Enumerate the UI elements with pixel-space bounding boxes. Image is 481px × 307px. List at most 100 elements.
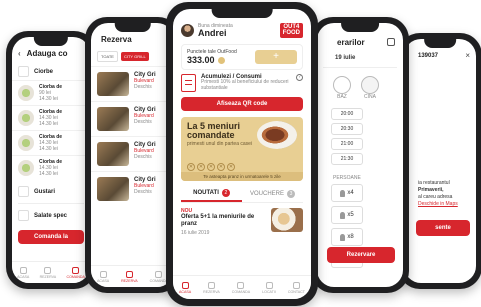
confirmation-text: ia restaurantul Primaverii, al careu adr… [404,180,476,208]
tab-order[interactable]: COMANDA [66,266,85,279]
meal-tile-label: BAZ [337,94,347,100]
menu-item-price: 14.30 lei [39,146,58,152]
tab-reserve[interactable]: REZERVA [121,270,138,283]
tab-label: ACASA [17,274,30,279]
order-menu-screen: ‹ Adauga co Ciorbe Ciorba de 90 lei 14.30 … [12,37,90,283]
restaurant-image [97,177,129,201]
category-check-icon [18,186,29,197]
restaurant-image [97,142,129,166]
blank-area [404,60,476,180]
tab-news[interactable]: NOUTATI 2 [181,186,242,202]
person-count-option[interactable]: x4 [331,184,363,202]
nav-reserve[interactable]: REZERVA [203,281,220,294]
meal-tiles: BAZ CINA [317,68,403,100]
progress-dot: ✕ [227,163,235,171]
nav-label: ACASA [178,289,192,294]
person-count-option[interactable]: x8 [331,228,363,246]
nav-order[interactable]: COMANDA [231,281,251,294]
menu-item-price: 14.30 lei [39,121,58,127]
add-points-button[interactable]: + [255,50,297,64]
reservations-title: Rezerva [101,34,132,44]
tab-home[interactable]: ACASA [97,270,109,283]
chip-city-grill[interactable]: CITY GRILL [120,52,149,61]
time-slot[interactable]: 21:30 [331,153,363,165]
nav-label: REZERVA [203,289,220,294]
confirm-button[interactable]: sente [416,220,470,236]
home-icon [99,270,107,278]
phone-booking: erarilor 19 iulie BAZ CINA 20:00 20:30 21:… [311,17,409,293]
tab-home[interactable]: ACASA [17,266,30,279]
nav-contact[interactable]: CONTACT [288,281,305,294]
restaurant-hours: Deschis [134,84,152,90]
calendar-icon[interactable] [387,38,395,46]
category-soups[interactable]: Ciorbe [12,63,90,80]
tab-vouchers-label: VOUCHERE [249,191,284,197]
category-snacks[interactable]: Gustari [12,180,90,203]
notch [114,23,151,32]
back-arrow-icon[interactable]: ‹ [18,49,21,58]
menu-item[interactable]: Ciorba de 90 lei 14.30 lei [12,80,90,105]
news-tabs: NOUTATI 2 VOUCHERE 3 [181,186,303,203]
restaurant-hours: Deschis [134,154,152,160]
reserve-button[interactable]: Rezervare [327,247,395,263]
offer-line2: comandate [187,130,235,140]
tab-vouchers[interactable]: VOUCHERE 3 [242,187,303,201]
notch [211,9,273,18]
booking-date: 19 iulie [335,55,356,61]
tab-reserve[interactable]: REZERVA [39,266,57,279]
menu-item-text: Ciorba de 14.30 lei 14.30 lei [39,109,84,127]
points-value: 333.00 [187,55,215,65]
meal-tile-dinner[interactable]: CINA [361,76,379,100]
tab-label: REZERVA [39,274,57,279]
category-salads[interactable]: Salate spec [12,204,90,227]
close-icon[interactable]: × [465,51,470,60]
time-slot[interactable]: 20:30 [331,123,363,135]
person-count-label: x4 [347,190,354,196]
nav-locations[interactable]: LOCATII [262,281,276,294]
avatar[interactable] [181,24,194,37]
menu-item[interactable]: Ciorba de 14.30 lei 14.30 lei [12,130,90,155]
tab-label: REZERVA [121,278,138,283]
order-button[interactable]: Comanda la [18,230,84,244]
notch [424,39,456,48]
bag-icon [155,270,163,278]
outfood-logo: OUT4 FOOD [279,23,303,38]
person-count-option[interactable]: x5 [331,206,363,224]
dish-image [18,135,34,151]
category-label: Ciorbe [34,68,54,75]
menu-item-text: Ciorba de 14.30 lei 14.30 lei [39,134,84,152]
offer-card[interactable]: La 5 meniuri comandate primesti unul din… [181,117,303,181]
meal-tile-lunch[interactable]: BAZ [333,76,351,100]
chip-all[interactable]: TOATE [97,51,118,62]
menu-item-text: Ciorba de 14.30 lei 14.30 lei [39,159,84,177]
nav-home[interactable]: ACASA [178,281,192,294]
menu-item[interactable]: Ciorba de 14.30 lei 14.30 lei [12,155,90,180]
maps-link[interactable]: Deschide in Maps [418,201,470,208]
help-icon[interactable]: ? [296,74,303,81]
news-text: NOU Oferta 5+1 la meniurile de pranz 16 … [181,208,271,236]
news-title: Oferta 5+1 la meniurile de pranz [181,214,255,227]
news-item[interactable]: NOU Oferta 5+1 la meniurile de pranz 16 … [181,208,303,236]
restaurant-item[interactable]: City Gri Bulevard Deschis [91,101,174,136]
restaurant-item[interactable]: City Gri Bulevard Deschis [91,171,174,206]
menu-item[interactable]: Ciorba de 14.30 lei 14.30 lei [12,105,90,130]
tab-label: COMANDA [66,274,85,279]
bag-icon [72,266,80,274]
progress-dot: ✕ [217,163,225,171]
time-slot[interactable]: 20:00 [331,108,363,120]
time-slot[interactable]: 21:00 [331,138,363,150]
nav-label: COMANDA [231,289,251,294]
user-block: Buna dimineata Andrei [181,23,233,38]
restaurant-item[interactable]: City Gri Bulevard Deschis [91,136,174,171]
greeting-block: Buna dimineata Andrei [198,23,233,38]
restaurant-item[interactable]: City Gri Bulevard Deschis [91,66,174,101]
coin-icon [217,56,225,64]
news-count-badge: 2 [221,189,230,197]
home-nav-bar: ACASA REZERVA COMANDA LOCATII CONTACT [173,275,311,299]
voucher-count-badge: 3 [287,190,295,198]
progress-dot: ✕ [197,163,205,171]
nav-label: LOCATII [262,289,276,294]
qr-code-button[interactable]: Afiseaza QR code [181,97,303,111]
person-icon [340,233,346,241]
time-slots: 20:00 20:30 21:00 21:30 [317,100,403,165]
